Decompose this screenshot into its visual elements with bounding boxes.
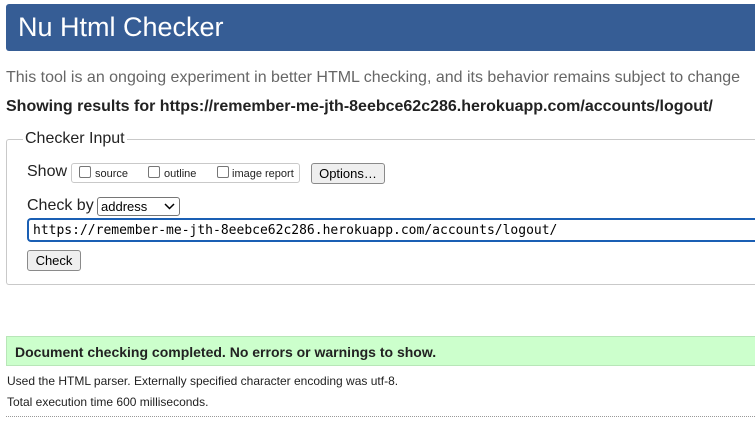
- success-message: Document checking completed. No errors o…: [15, 344, 437, 360]
- success-banner: Document checking completed. No errors o…: [6, 336, 755, 366]
- check-button[interactable]: Check: [27, 250, 81, 271]
- execution-time: Total execution time 600 milliseconds.: [7, 395, 209, 409]
- image-report-checkbox[interactable]: [217, 166, 229, 178]
- url-input[interactable]: https://remember-me-jth-8eebce62c286.her…: [27, 218, 755, 242]
- check-by-selected-value: address: [101, 199, 148, 214]
- parser-info: Used the HTML parser. Externally specifi…: [7, 374, 399, 388]
- showing-results-heading: Showing results for https://remember-me-…: [6, 98, 713, 115]
- check-by-select[interactable]: address: [97, 197, 180, 216]
- source-checkbox-label[interactable]: source: [95, 168, 128, 180]
- checker-input-legend: Checker Input: [23, 130, 127, 148]
- options-button[interactable]: Options…: [311, 163, 385, 184]
- outline-checkbox-label[interactable]: outline: [164, 168, 196, 180]
- image-report-checkbox-label[interactable]: image report: [232, 168, 294, 180]
- chevron-down-icon: [164, 198, 175, 218]
- show-options-group: source outline image report: [71, 163, 300, 183]
- url-input-value: https://remember-me-jth-8eebce62c286.her…: [33, 223, 558, 238]
- divider: [6, 416, 755, 417]
- check-by-label: Check by: [27, 197, 94, 214]
- source-checkbox[interactable]: [79, 166, 91, 178]
- outline-checkbox[interactable]: [148, 166, 160, 178]
- header-bar: Nu Html Checker: [6, 4, 755, 51]
- page-title: Nu Html Checker: [18, 12, 224, 42]
- intro-text: This tool is an ongoing experiment in be…: [6, 69, 741, 86]
- show-label: Show: [27, 163, 68, 180]
